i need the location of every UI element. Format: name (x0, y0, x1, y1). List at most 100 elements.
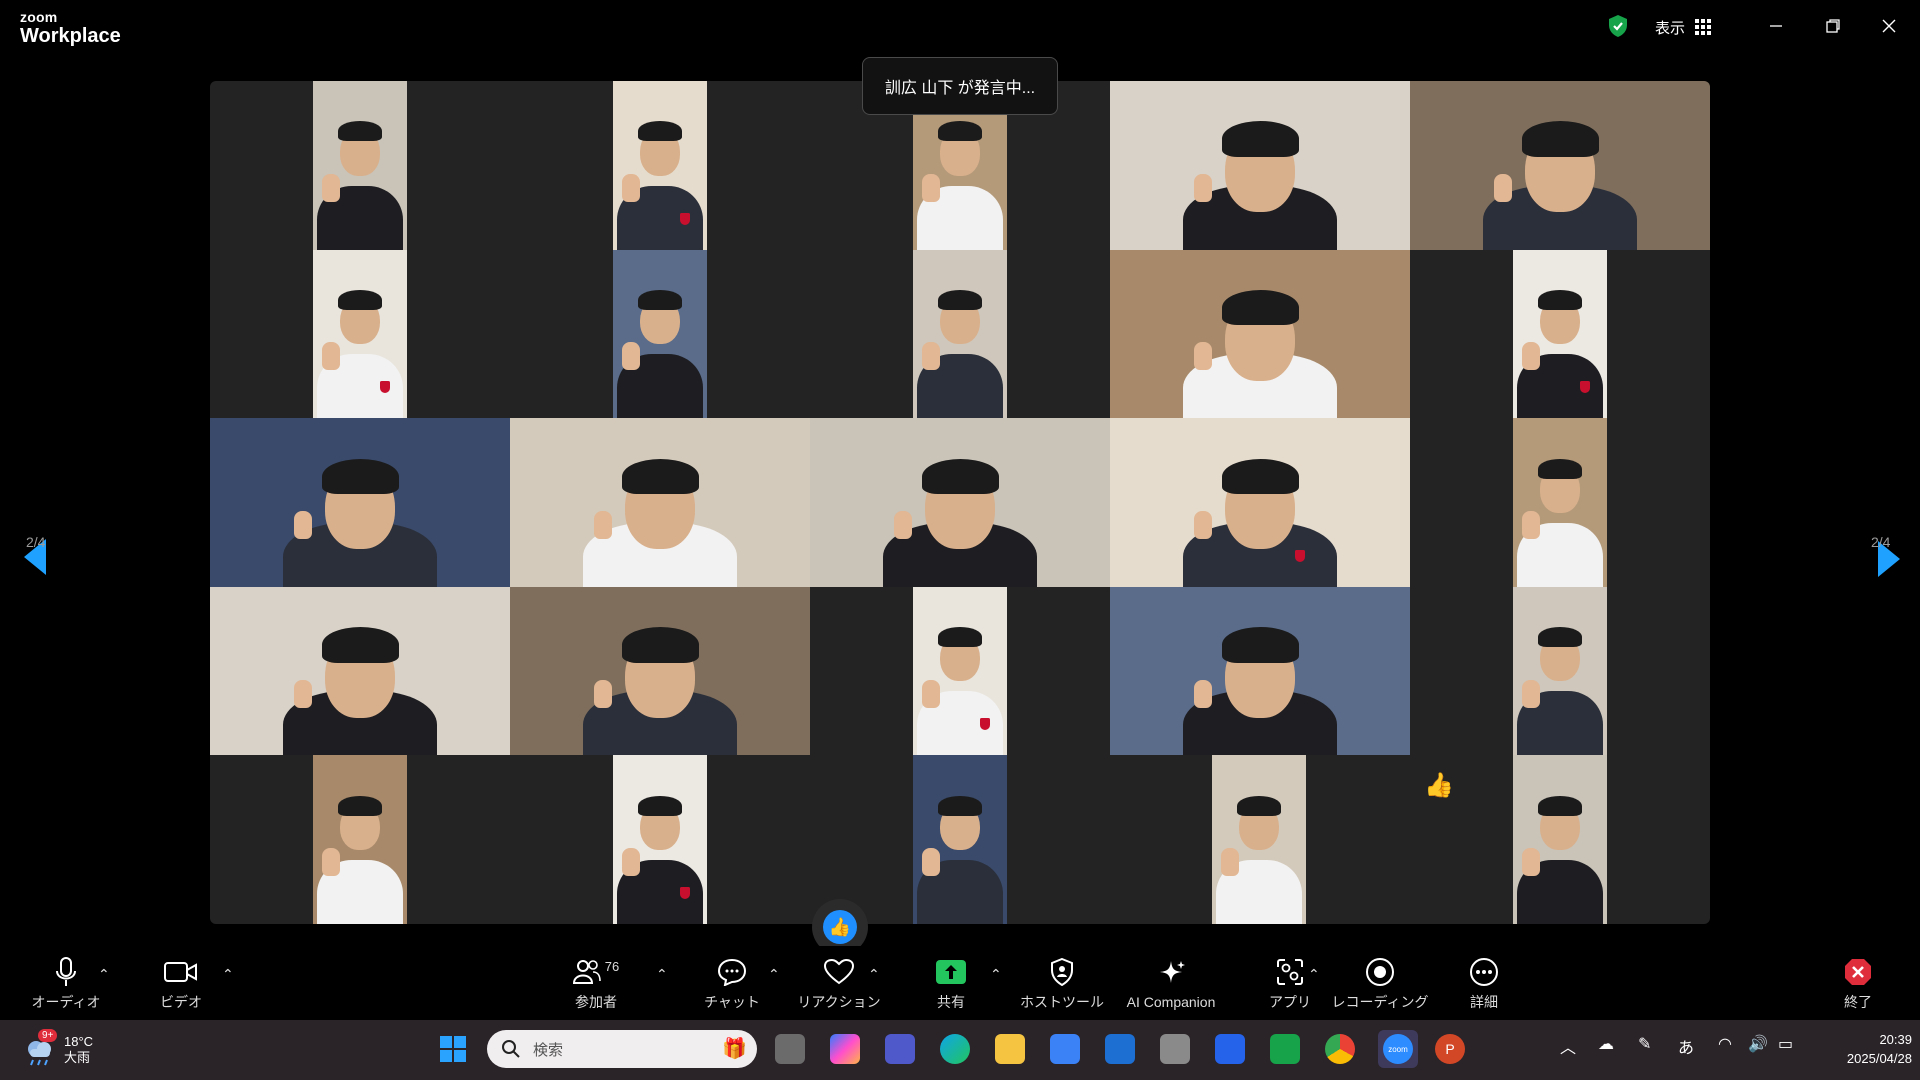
settings-app-icon[interactable] (1160, 1034, 1190, 1064)
taskbar-search[interactable]: 検索 🎁 (487, 1030, 757, 1068)
participant-video-tile[interactable] (510, 418, 810, 587)
heart-icon (824, 959, 854, 985)
edge-icon[interactable] (940, 1034, 970, 1064)
store-icon[interactable] (1050, 1034, 1080, 1064)
share-button[interactable]: 共有 (920, 946, 982, 1020)
grid-view-icon (1695, 19, 1712, 35)
participant-video-tile[interactable] (913, 586, 1007, 756)
brand-big: Workplace (20, 25, 121, 47)
participant-video-tile[interactable] (613, 81, 707, 250)
reactions-options-caret-icon[interactable]: ⌃ (868, 966, 880, 983)
speaker-icon[interactable]: 🔊 (1748, 1034, 1768, 1054)
participant-video-tile[interactable] (1513, 755, 1607, 924)
participant-video-tile[interactable] (1110, 249, 1410, 419)
participant-video-tile[interactable] (810, 418, 1110, 587)
participant-video-tile[interactable] (613, 755, 707, 924)
team-crest (679, 212, 690, 225)
recording-button[interactable]: レコーディング (1331, 946, 1429, 1020)
participant-video-tile[interactable] (1110, 418, 1410, 587)
participant-video-tile[interactable] (613, 249, 707, 419)
participant-video-tile[interactable] (1513, 418, 1607, 587)
teams-icon[interactable] (885, 1034, 915, 1064)
thumbs-up-hand (1193, 510, 1212, 539)
ai-companion-button[interactable]: AI Companion (1120, 946, 1222, 1020)
apps-label: アプリ (1269, 994, 1311, 1010)
show-hidden-icons-chevron-icon[interactable]: ︿ (1560, 1034, 1576, 1058)
ime-mode-indicator[interactable]: あ (1678, 1034, 1694, 1058)
thumbs-up-hand (322, 342, 341, 371)
weather-badge: 9+ (38, 1029, 58, 1042)
chrome-icon[interactable] (1325, 1034, 1355, 1064)
record-icon (1366, 958, 1394, 986)
end-meeting-button[interactable]: 終了 (1830, 946, 1886, 1020)
reactions-button[interactable]: リアクション (797, 946, 881, 1020)
chat-options-caret-icon[interactable]: ⌃ (768, 966, 780, 983)
thumbs-up-hand (293, 510, 312, 539)
participant-video-tile[interactable] (313, 249, 407, 419)
weather-widget[interactable]: 9+ 18°C 大雨 (22, 1028, 93, 1072)
participant-hair (638, 795, 682, 816)
zoom-taskbar-icon[interactable]: zoom (1378, 1030, 1418, 1068)
search-highlight-icon: 🎁 (722, 1038, 747, 1060)
thumbs-up-hand (922, 173, 941, 202)
ime-tools-icon[interactable]: ✎ (1638, 1034, 1651, 1054)
thumbs-up-hand (622, 173, 641, 202)
participant-video-tile[interactable] (913, 755, 1007, 924)
restore-button[interactable] (1817, 12, 1849, 40)
team-crest (679, 886, 690, 899)
participant-video-tile[interactable] (510, 586, 810, 756)
windows-taskbar: 9+ 18°C 大雨 検索 🎁 zoom P ︿ ☁ ✎ あ ◠ 🔊 ▭ 20:… (0, 1020, 1920, 1080)
line-works-icon[interactable] (1270, 1034, 1300, 1064)
participant-hair (321, 458, 399, 494)
participant-video-tile[interactable] (1110, 81, 1410, 250)
taskbar-clock[interactable]: 20:39 2025/04/28 (1816, 1030, 1912, 1068)
chat-bubble-icon (717, 958, 747, 986)
participant-hair (938, 121, 982, 142)
video-options-caret-icon[interactable]: ⌃ (222, 966, 234, 983)
battery-icon[interactable]: ▭ (1778, 1034, 1793, 1054)
participant-video-tile[interactable] (913, 249, 1007, 419)
participant-video-tile[interactable] (313, 755, 407, 924)
participant-hair (338, 290, 382, 310)
participant-video-tile[interactable] (210, 586, 510, 756)
microphone-icon (56, 957, 76, 986)
powerpoint-icon[interactable]: P (1435, 1034, 1465, 1064)
participant-video-tile[interactable] (1513, 586, 1607, 756)
share-options-caret-icon[interactable]: ⌃ (990, 966, 1002, 983)
search-placeholder: 検索 (533, 1041, 564, 1059)
audio-options-caret-icon[interactable]: ⌃ (98, 966, 110, 983)
participants-button[interactable]: 76 参加者 (565, 946, 627, 1020)
participant-video-tile[interactable] (1410, 81, 1710, 250)
host-tools-button[interactable]: ホストツール (1020, 946, 1104, 1020)
participant-video-tile[interactable] (1212, 755, 1306, 924)
video-button[interactable]: ビデオ (150, 946, 212, 1020)
snipping-app-icon[interactable] (1215, 1034, 1245, 1064)
participant-video-tile[interactable] (1513, 249, 1607, 419)
close-button[interactable] (1873, 12, 1905, 40)
thumbs-up-hand (1493, 173, 1512, 202)
mail-icon[interactable] (1105, 1034, 1135, 1064)
chat-button[interactable]: チャット (700, 946, 764, 1020)
participants-options-caret-icon[interactable]: ⌃ (656, 966, 668, 983)
participant-video-tile[interactable] (210, 418, 510, 587)
wifi-icon[interactable]: ◠ (1718, 1034, 1732, 1054)
task-view-icon[interactable] (775, 1034, 805, 1064)
copilot-icon[interactable] (830, 1034, 860, 1064)
file-explorer-icon[interactable] (995, 1034, 1025, 1064)
minimize-icon (1770, 25, 1782, 27)
onedrive-cloud-icon[interactable]: ☁ (1598, 1034, 1614, 1054)
audio-button[interactable]: オーディオ (30, 946, 102, 1020)
thumbs-up-hand (622, 848, 641, 877)
minimize-button[interactable] (1760, 12, 1792, 40)
active-speaker-notice: 訓広 山下 が発言中... (862, 57, 1058, 115)
view-button[interactable]: 表示 (1655, 14, 1712, 40)
participant-video-tile[interactable] (313, 81, 407, 250)
apps-button[interactable]: アプリ (1262, 946, 1318, 1020)
participant-video-tile[interactable] (1110, 586, 1410, 756)
participant-hair (1538, 795, 1582, 816)
start-windows-icon[interactable] (438, 1034, 468, 1064)
apps-options-caret-icon[interactable]: ⌃ (1308, 966, 1320, 983)
security-shield-icon[interactable] (1607, 14, 1629, 38)
meeting-stage: 2/4 2/4 (0, 56, 1920, 946)
more-button[interactable]: 詳細 (1456, 946, 1512, 1020)
